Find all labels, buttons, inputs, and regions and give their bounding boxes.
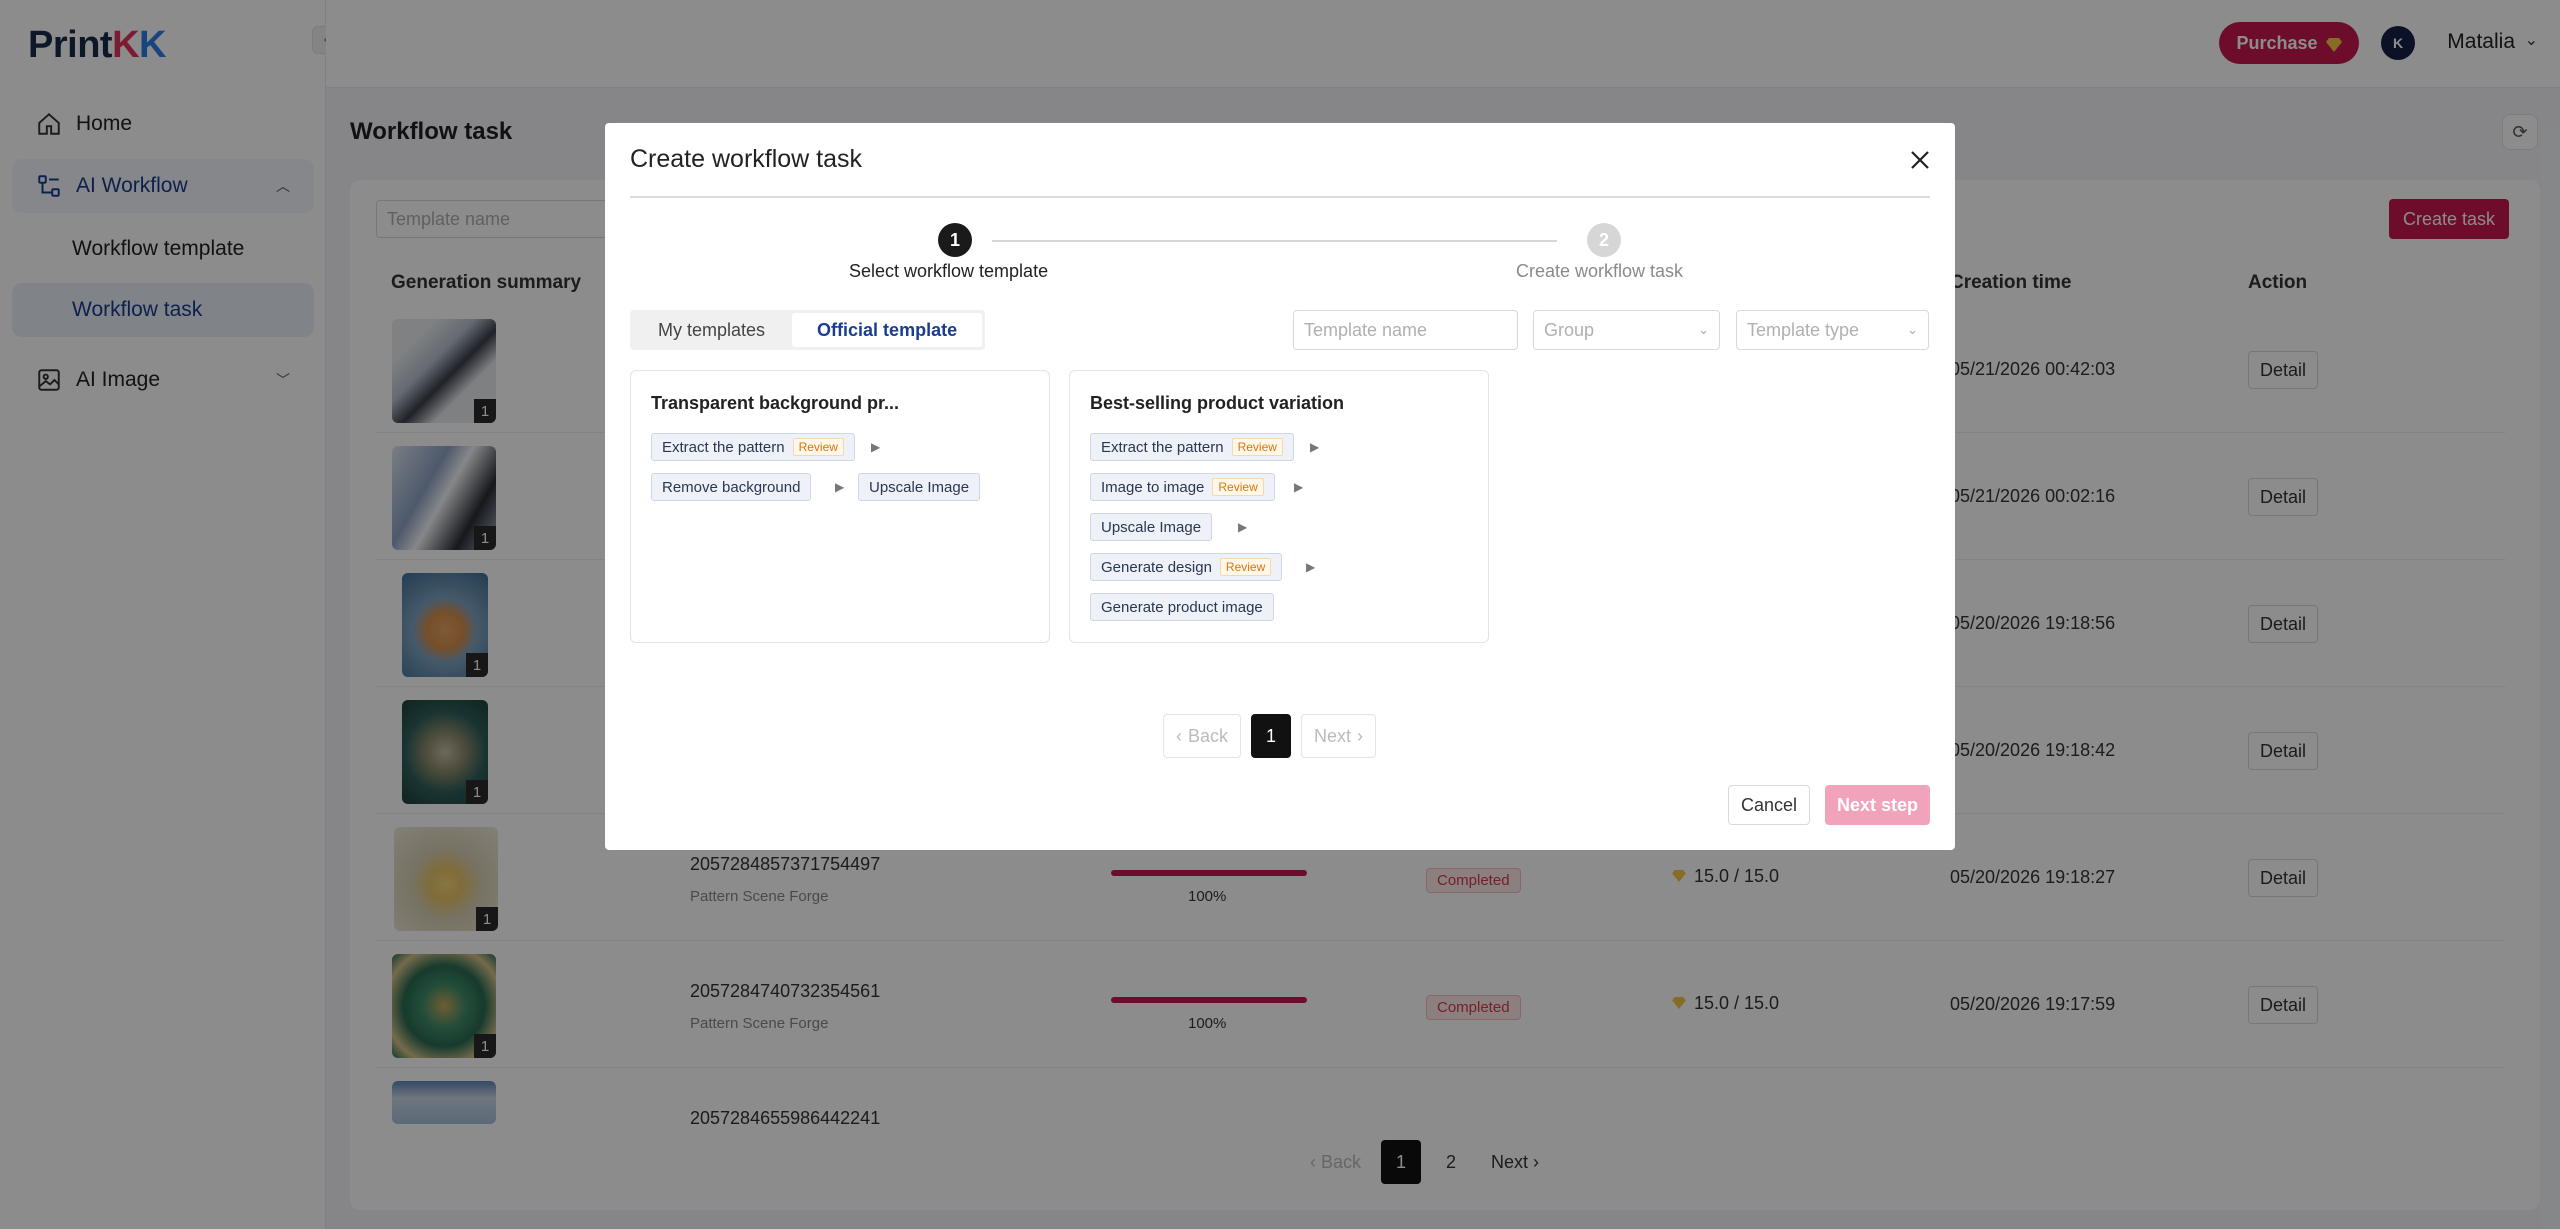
workflow-step-chip: Extract the pattern Review — [651, 433, 855, 461]
chip-label: Generate design — [1101, 558, 1212, 576]
workflow-step-chip: Image to image Review — [1090, 473, 1275, 501]
chip-label: Remove background — [662, 478, 801, 496]
close-icon[interactable] — [1903, 143, 1937, 177]
template-card[interactable]: Transparent background pr... Extract the… — [630, 370, 1050, 643]
arrow-right-icon: ▶ — [1310, 440, 1320, 454]
chevron-down-icon: ⌄ — [1698, 322, 1709, 337]
template-name-input[interactable]: Template name — [1293, 310, 1518, 350]
dialog-pagination-back[interactable]: ‹ Back — [1163, 714, 1242, 758]
workflow-step-chip: Upscale Image — [858, 473, 981, 501]
chevron-left-icon: ‹ — [1176, 725, 1182, 746]
step-indicator-2: 2 — [1587, 223, 1621, 257]
next-label: Next — [1314, 725, 1352, 746]
arrow-right-icon: ▶ — [1306, 560, 1316, 574]
workflow-step-chip: Generate design Review — [1090, 553, 1283, 581]
chevron-down-icon: ⌄ — [1907, 322, 1918, 337]
template-source-tabs: My templates Official template — [630, 310, 986, 350]
placeholder: Template type — [1747, 319, 1860, 340]
dialog-pagination-next[interactable]: Next › — [1301, 714, 1377, 758]
chip-label: Upscale Image — [1101, 518, 1202, 536]
template-card-title: Best-selling product variation — [1090, 393, 1345, 413]
template-card[interactable]: Best-selling product variation Extract t… — [1069, 370, 1489, 643]
placeholder: Group — [1544, 319, 1595, 340]
group-select[interactable]: Group ⌄ — [1533, 310, 1720, 350]
chip-label: Generate product image — [1101, 598, 1263, 616]
next-step-button[interactable]: Next step — [1825, 785, 1930, 825]
chip-label: Image to image — [1101, 478, 1205, 496]
workflow-step-chip: Extract the pattern Review — [1090, 433, 1294, 461]
dialog-pagination-page[interactable]: 1 — [1251, 714, 1292, 758]
arrow-right-icon: ▶ — [871, 440, 881, 454]
template-type-select[interactable]: Template type ⌄ — [1736, 310, 1929, 350]
step-label-2: Create workflow task — [1516, 261, 1684, 281]
chip-label: Upscale Image — [869, 478, 970, 496]
back-label: Back — [1188, 725, 1229, 746]
tab-official-template[interactable]: Official template — [792, 313, 983, 347]
workflow-step-chip: Remove background — [651, 473, 812, 501]
create-workflow-task-dialog: Create workflow task 1 2 Select workflow… — [605, 123, 1955, 850]
workflow-step-chip: Upscale Image — [1090, 513, 1213, 541]
step-indicator-1: 1 — [938, 223, 972, 257]
step-label-1: Select workflow template — [849, 261, 1049, 281]
workflow-step-chip: Generate product image — [1090, 593, 1274, 621]
tab-my-templates[interactable]: My templates — [633, 313, 790, 347]
arrow-right-icon: ▶ — [835, 480, 845, 494]
cancel-button[interactable]: Cancel — [1728, 785, 1810, 825]
template-card-title: Transparent background pr... — [651, 393, 900, 413]
step-connector — [992, 240, 1557, 242]
chip-label: Extract the pattern — [1101, 438, 1224, 456]
dialog-title: Create workflow task — [630, 145, 863, 173]
review-tag: Review — [1219, 558, 1272, 576]
chevron-right-icon: › — [1357, 725, 1364, 746]
arrow-right-icon: ▶ — [1294, 480, 1304, 494]
divider — [630, 196, 1930, 198]
review-tag: Review — [1212, 478, 1264, 496]
placeholder: Template name — [1304, 319, 1428, 340]
dialog-pagination: ‹ Back 1 Next › — [1163, 714, 1377, 758]
review-tag: Review — [792, 438, 844, 456]
chip-label: Extract the pattern — [662, 438, 785, 456]
arrow-right-icon: ▶ — [1238, 520, 1248, 534]
review-tag: Review — [1231, 438, 1283, 456]
